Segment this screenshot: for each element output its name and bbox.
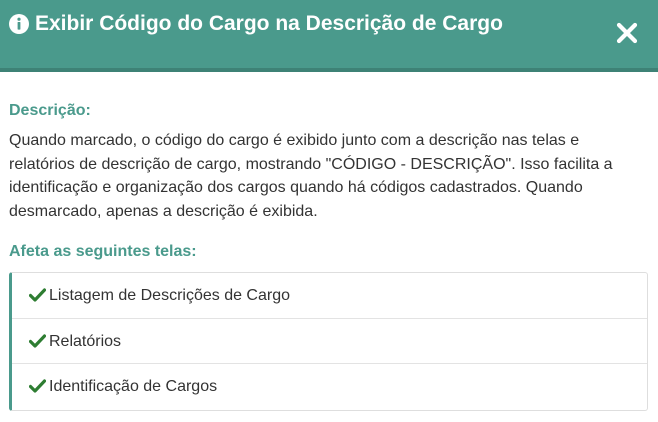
modal-title: Exibir Código do Cargo na Descrição de C… <box>35 12 503 35</box>
description-text: Quando marcado, o código do cargo é exib… <box>9 132 613 220</box>
affected-screens-list: Listagem de Descrições de Cargo Relatóri… <box>9 272 648 411</box>
affected-screens-heading: Afeta as seguintes telas: <box>9 243 197 260</box>
check-icon <box>29 379 46 393</box>
list-item-label: Identificação de Cargos <box>49 378 218 396</box>
settings-help-modal: Exibir Código do Cargo na Descrição de C… <box>0 0 658 422</box>
check-icon <box>29 334 46 348</box>
info-circle-icon <box>9 14 29 34</box>
list-item-label: Listagem de Descrições de Cargo <box>49 287 291 304</box>
list-item: Identificação de Cargos <box>12 364 647 410</box>
description-heading: Descrição: <box>9 102 91 119</box>
list-item: Relatórios <box>12 319 647 365</box>
close-icon[interactable] <box>614 20 640 46</box>
list-item: Listagem de Descrições de Cargo <box>12 273 647 319</box>
modal-header: Exibir Código do Cargo na Descrição de C… <box>0 0 658 72</box>
check-icon <box>29 288 46 302</box>
list-item-label: Relatórios <box>49 332 122 350</box>
